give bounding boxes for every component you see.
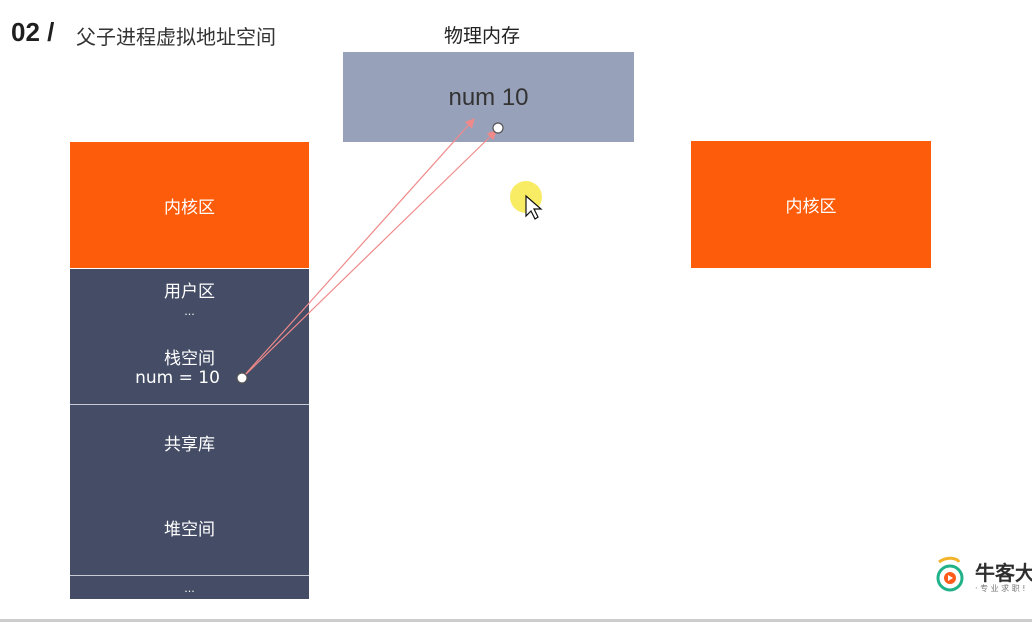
mapping-arrow-1	[241, 118, 475, 379]
stack-var-dot	[236, 372, 248, 384]
mapping-arrows	[236, 118, 543, 384]
brand-logo: 牛客大 · 专 业 求 职 !	[933, 556, 1032, 596]
logo-icon	[936, 556, 964, 592]
logo-tagline: · 专 业 求 职 !	[975, 584, 1026, 593]
mapping-arrow-2	[241, 130, 497, 379]
logo-text: 牛客大	[975, 561, 1032, 585]
physical-addr-dot	[492, 122, 504, 134]
